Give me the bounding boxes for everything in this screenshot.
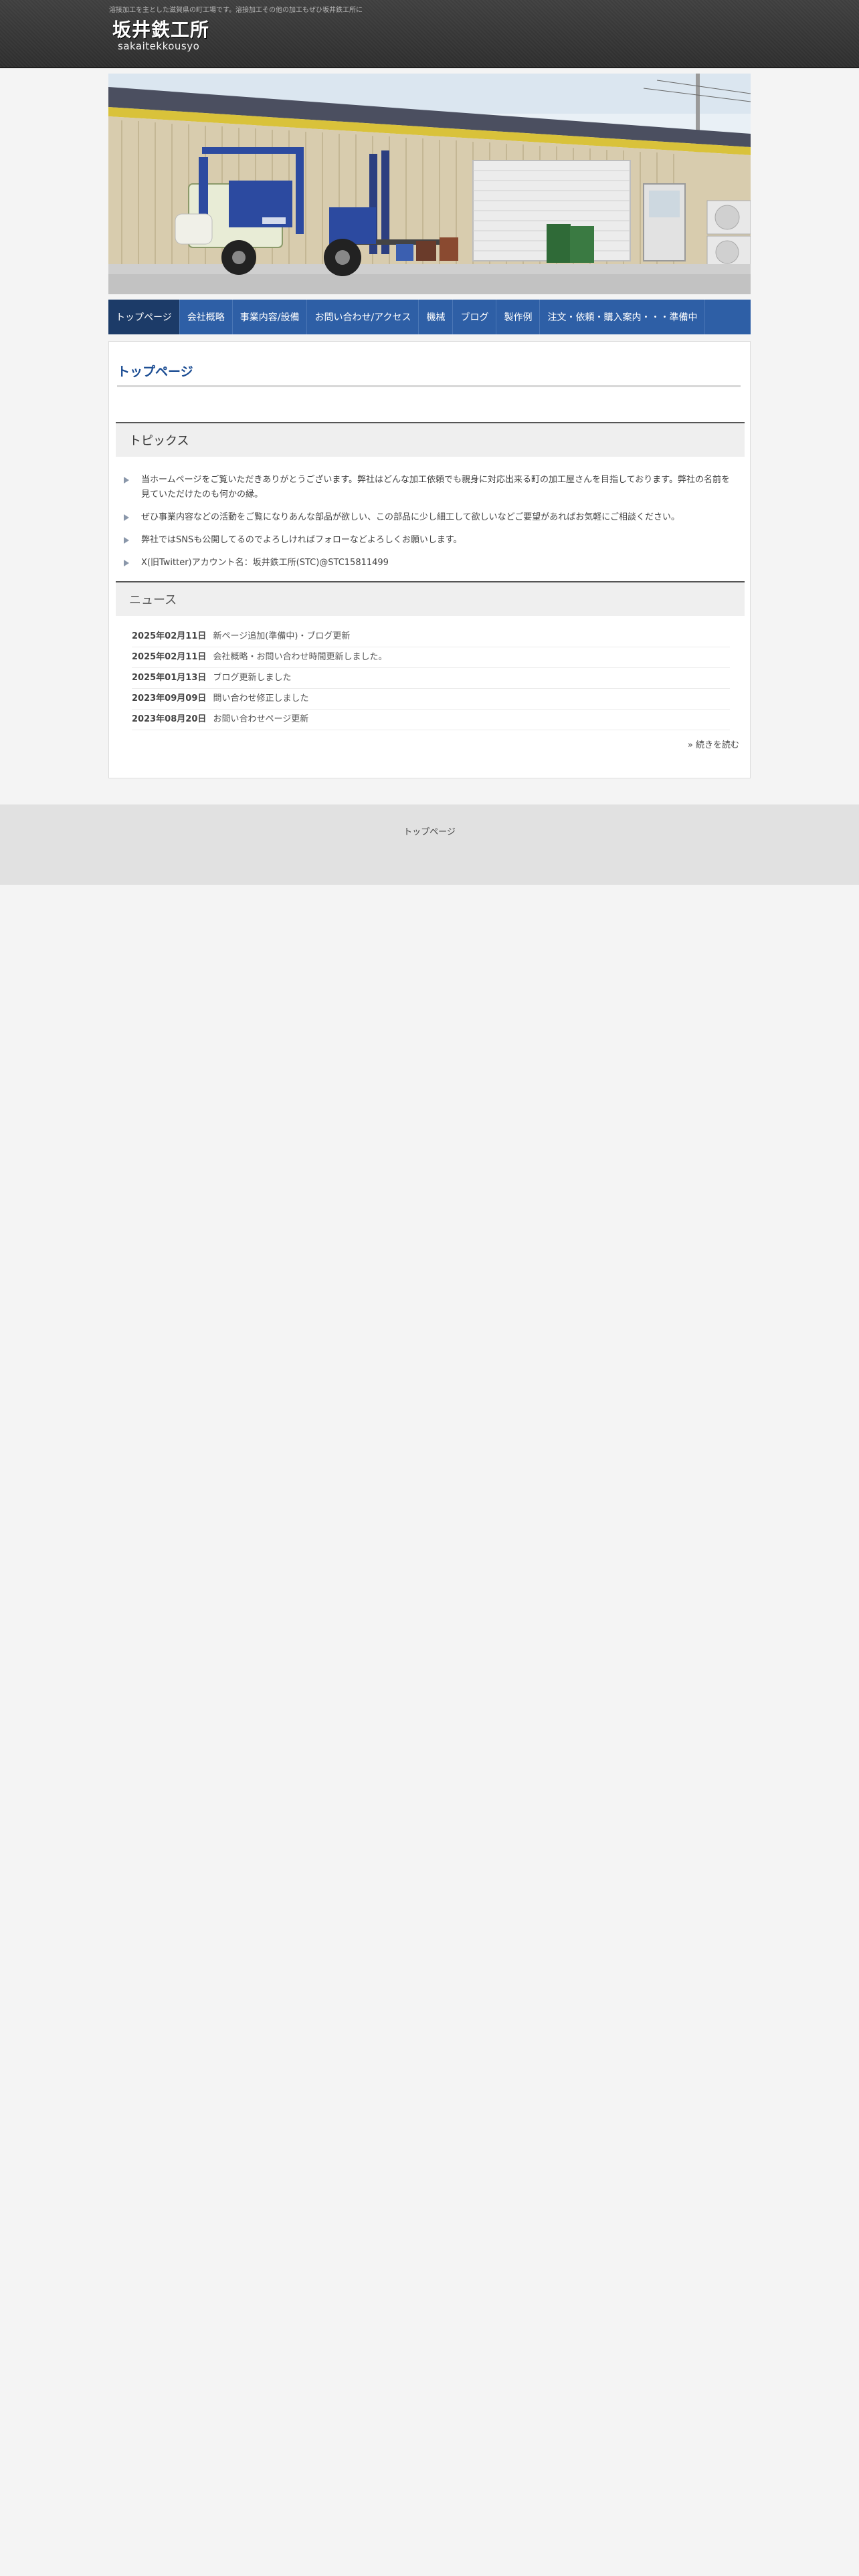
list-arrow-icon — [124, 477, 129, 484]
topics-item-text: X(旧Twitter)アカウント名：坂井鉄工所(STC)@STC15811499 — [141, 558, 389, 568]
nav-item-machines[interactable]: 機械 — [419, 300, 454, 334]
list-arrow-icon — [124, 560, 129, 566]
nav-item-order[interactable]: 注文・依頼・購入案内・・・準備中 — [540, 300, 706, 334]
global-nav: トップページ 会社概略 事業内容/設備 お問い合わせ/アクセス 機械 ブログ 製… — [108, 300, 751, 334]
nav-item-business[interactable]: 事業内容/設備 — [233, 300, 308, 334]
topics-heading: トピックス — [116, 422, 745, 457]
news-item: 2023年09月09日 問い合わせ修正しました — [132, 689, 730, 710]
news-date: 2025年02月11日 — [132, 652, 207, 662]
nav-item-works[interactable]: 製作例 — [496, 300, 541, 334]
topics-item-text: 弊社ではSNSも公開してるのでよろしければフォローなどよろしくお願いします。 — [141, 535, 462, 545]
topics-item: 弊社ではSNSも公開してるのでよろしければフォローなどよろしくお願いします。 — [124, 533, 733, 548]
news-link[interactable]: ブログ更新しました — [213, 673, 292, 683]
page-title: トップページ — [117, 362, 741, 387]
news-link[interactable]: お問い合わせページ更新 — [213, 714, 309, 724]
logo-main-text: 坂井鉄工所 — [112, 19, 210, 41]
topics-item: 当ホームページをご覧いただきありがとうございます。弊社はどんな加工依頼でも親身に… — [124, 473, 733, 502]
list-arrow-icon — [124, 514, 129, 521]
topics-item-text: ぜひ事業内容などの活動をご覧になりあんな部品が欲しい、この部品に少し細工して欲し… — [141, 512, 680, 522]
news-item: 2025年01月13日 ブログ更新しました — [132, 668, 730, 689]
news-item: 2025年02月11日 新ページ追加(準備中)・ブログ更新 — [132, 627, 730, 647]
nav-item-contact[interactable]: お問い合わせ/アクセス — [307, 300, 419, 334]
list-arrow-icon — [124, 537, 129, 544]
topics-item-text: 当ホームページをご覧いただきありがとうございます。弊社はどんな加工依頼でも親身に… — [141, 475, 730, 500]
topics-list: 当ホームページをご覧いただきありがとうございます。弊社はどんな加工依頼でも親身に… — [124, 473, 733, 578]
nav-item-top[interactable]: トップページ — [108, 300, 180, 334]
news-link[interactable]: 会社概略・お問い合わせ時間更新しました。 — [213, 652, 387, 662]
news-date: 2025年01月13日 — [132, 673, 207, 683]
site-logo[interactable]: 坂井鉄工所 sakaitekkousyo — [112, 19, 210, 53]
news-link[interactable]: 問い合わせ修正しました — [213, 693, 309, 704]
news-heading: ニュース — [116, 581, 745, 616]
nav-item-company[interactable]: 会社概略 — [180, 300, 233, 334]
news-link[interactable]: 新ページ追加(準備中)・ブログ更新 — [213, 631, 351, 641]
site-tagline: 溶接加工を主とした滋賀県の町工場です。溶接加工その他の加工もぜひ坂井鉄工所に — [109, 7, 363, 14]
topics-item: X(旧Twitter)アカウント名：坂井鉄工所(STC)@STC15811499 — [124, 556, 733, 570]
site-header: 溶接加工を主とした滋賀県の町工場です。溶接加工その他の加工もぜひ坂井鉄工所に 坂… — [0, 0, 859, 68]
news-item: 2023年08月20日 お問い合わせページ更新 — [132, 710, 730, 730]
main-content: トップページ トピックス 当ホームページをご覧いただきありがとうございます。弊社… — [108, 341, 751, 778]
nav-item-blog[interactable]: ブログ — [453, 300, 497, 334]
topics-item: ぜひ事業内容などの活動をご覧になりあんな部品が欲しい、この部品に少し細工して欲し… — [124, 510, 733, 525]
news-date: 2025年02月11日 — [132, 631, 207, 641]
site-footer: トップページ — [0, 804, 859, 885]
news-list: 2025年02月11日 新ページ追加(準備中)・ブログ更新 2025年02月11… — [132, 627, 730, 730]
news-date: 2023年09月09日 — [132, 693, 207, 704]
hero-image — [108, 74, 751, 294]
news-item: 2025年02月11日 会社概略・お問い合わせ時間更新しました。 — [132, 647, 730, 668]
footer-link-top[interactable]: トップページ — [0, 825, 859, 837]
news-date: 2023年08月20日 — [132, 714, 207, 724]
logo-sub-text: sakaitekkousyo — [118, 40, 200, 52]
read-more-link[interactable]: » 続きを読む — [688, 738, 739, 750]
